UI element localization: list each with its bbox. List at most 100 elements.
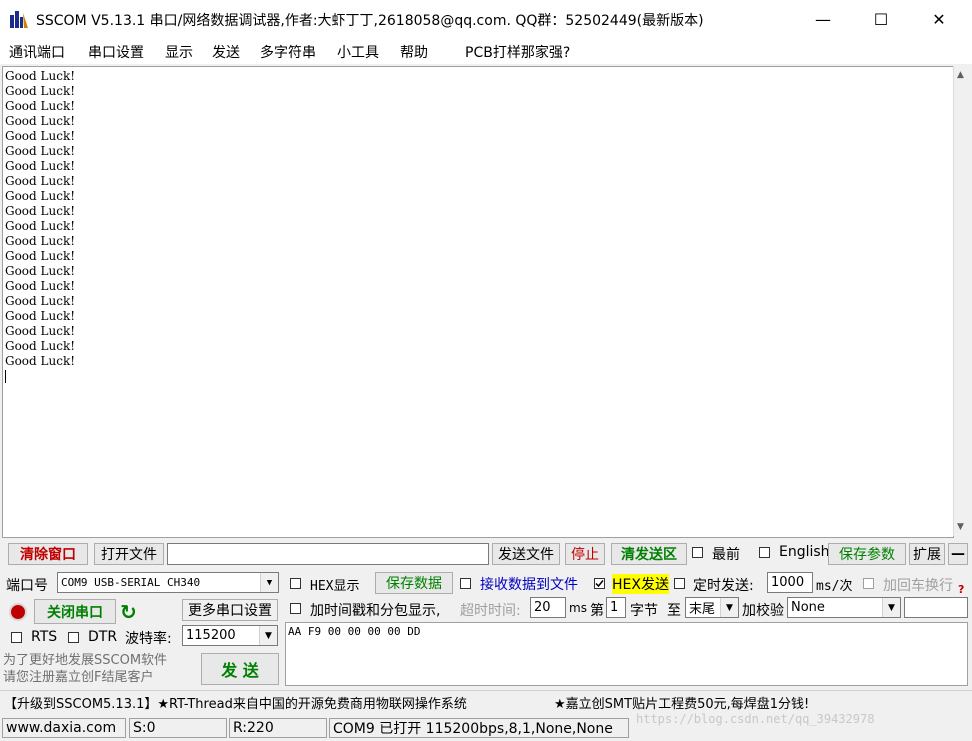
hex-display-checkbox[interactable] — [290, 578, 301, 589]
menu-help[interactable]: 帮助 — [400, 42, 428, 62]
receive-line: Good Luck! — [5, 219, 76, 233]
english-checkbox[interactable] — [759, 547, 770, 558]
clear-window-button[interactable]: 清除窗口 — [8, 543, 88, 565]
menu-comm-port[interactable]: 通讯端口 — [9, 42, 65, 62]
interval-input[interactable]: 1000 — [767, 572, 813, 593]
send-text: AA F9 00 00 00 00 DD — [288, 625, 421, 638]
send-button[interactable]: 发 送 — [201, 653, 279, 685]
menu-multi-string[interactable]: 多字符串 — [260, 42, 316, 62]
promo-line-1: 为了更好地发展SSCOM软件 — [3, 653, 168, 668]
open-file-button[interactable]: 打开文件 — [94, 543, 164, 565]
byte-label: 字节 — [630, 603, 658, 619]
receive-line: Good Luck! — [5, 234, 76, 248]
stop-button[interactable]: 停止 — [565, 543, 605, 565]
promo-text: 为了更好地发展SSCOM软件 请您注册嘉立创F结尾客户 — [3, 652, 167, 686]
nth-input[interactable]: 1 — [606, 597, 626, 618]
expand-button[interactable]: 扩展 — [909, 543, 945, 565]
maximize-button[interactable]: ☐ — [858, 0, 904, 38]
receive-line: Good Luck! — [5, 189, 76, 203]
close-button[interactable]: ✕ — [916, 0, 962, 38]
scroll-down-icon[interactable]: ▼ — [957, 522, 964, 532]
menu-tools[interactable]: 小工具 — [337, 42, 379, 62]
chevron-down-icon[interactable]: ▼ — [882, 598, 900, 617]
window-title: SSCOM V5.13.1 串口/网络数据调试器,作者:大虾丁丁,2618058… — [36, 13, 704, 29]
promo-line-2: 请您注册嘉立创F结尾客户 — [3, 670, 154, 685]
help-icon[interactable]: ? — [958, 583, 964, 596]
receive-line: Good Luck! — [5, 339, 76, 353]
clear-send-button[interactable]: 清发送区 — [611, 543, 687, 565]
timed-send-checkbox[interactable] — [674, 578, 685, 589]
refresh-icon[interactable]: ↻ — [120, 600, 137, 624]
ad-left[interactable]: 【升级到SSCOM5.13.1】★RT-Thread来自中国的开源免费商用物联网… — [4, 693, 467, 712]
send-file-button[interactable]: 发送文件 — [492, 543, 560, 565]
chevron-down-icon[interactable]: ▼ — [260, 573, 278, 592]
menu-send[interactable]: 发送 — [212, 42, 240, 62]
receive-line: Good Luck! — [5, 174, 76, 188]
end-select-value: 末尾 — [689, 602, 716, 617]
close-port-button[interactable]: 关闭串口 — [34, 599, 116, 624]
receive-line: Good Luck! — [5, 309, 76, 323]
baud-select[interactable]: 115200 ▼ — [182, 625, 278, 646]
port-label: 端口号 — [6, 578, 48, 594]
send-input[interactable]: AA F9 00 00 00 00 DD — [285, 622, 968, 686]
receive-line: Good Luck! — [5, 354, 76, 368]
more-serial-settings-button[interactable]: 更多串口设置 — [182, 599, 278, 621]
nth-label: 第 — [590, 603, 604, 619]
timeout-unit: ms — [569, 601, 587, 615]
status-received: R:220 — [229, 718, 327, 738]
receive-line: Good Luck! — [5, 129, 76, 143]
english-label: English — [779, 544, 830, 560]
collapse-button[interactable]: — — [948, 543, 968, 565]
status-sent: S:0 — [129, 718, 227, 738]
append-newline-label: 加回车换行 — [883, 578, 953, 594]
receive-line: Good Luck! — [5, 294, 76, 308]
save-data-button[interactable]: 保存数据 — [375, 572, 453, 594]
timestamp-checkbox[interactable] — [290, 603, 301, 614]
checksum-select-value: None — [791, 600, 825, 615]
file-path-input[interactable] — [167, 543, 489, 565]
text-cursor — [5, 370, 6, 383]
append-newline-checkbox[interactable] — [863, 578, 874, 589]
end-select[interactable]: 末尾 ▼ — [685, 597, 739, 618]
rts-checkbox[interactable] — [11, 632, 22, 643]
checksum-select[interactable]: None ▼ — [787, 597, 901, 618]
receive-line: Good Luck! — [5, 324, 76, 338]
minimize-button[interactable]: — — [800, 0, 846, 38]
rts-label: RTS — [31, 629, 58, 645]
hex-display-label: HEX显示 — [310, 579, 360, 594]
receive-area[interactable]: Good Luck! Good Luck! Good Luck! Good Luck!… — [2, 66, 954, 538]
hex-send-label: HEX发送 — [612, 574, 669, 594]
watermark: https://blog.csdn.net/qq_39432978 — [636, 712, 875, 726]
timeout-input[interactable]: 20 — [530, 597, 566, 618]
checksum-result-field[interactable] — [904, 597, 968, 618]
scroll-up-icon[interactable]: ▲ — [957, 70, 964, 80]
save-params-button[interactable]: 保存参数 — [828, 543, 906, 565]
vertical-scrollbar[interactable]: ▲ ▼ — [953, 66, 971, 536]
ad-right[interactable]: ★嘉立创SMT贴片工程费50元,每焊盘1分钱! — [554, 693, 809, 712]
receive-line: Good Luck! — [5, 264, 76, 278]
chevron-down-icon[interactable]: ▼ — [259, 626, 277, 645]
timestamp-label: 加时间戳和分包显示, — [310, 603, 441, 619]
menu-serial-settings[interactable]: 串口设置 — [88, 42, 144, 62]
app-icon — [9, 9, 29, 29]
chevron-down-icon[interactable]: ▼ — [720, 598, 738, 617]
receive-line: Good Luck! — [5, 159, 76, 173]
baud-select-value: 115200 — [186, 628, 236, 643]
receive-line: Good Luck! — [5, 99, 76, 113]
menu-pcb[interactable]: PCB打样那家强? — [465, 42, 570, 62]
recv-to-file-label: 接收数据到文件 — [480, 577, 578, 593]
menu-display[interactable]: 显示 — [165, 42, 193, 62]
receive-line: Good Luck! — [5, 204, 76, 218]
dtr-checkbox[interactable] — [68, 632, 79, 643]
to-label: 至 — [667, 603, 681, 619]
port-select-value: COM9 USB-SERIAL CH340 — [61, 576, 201, 589]
receive-line: Good Luck! — [5, 69, 76, 83]
receive-line: Good Luck! — [5, 279, 76, 293]
recv-to-file-checkbox[interactable] — [460, 578, 471, 589]
status-site[interactable]: www.daxia.com — [2, 718, 126, 738]
port-select[interactable]: COM9 USB-SERIAL CH340 ▼ — [57, 572, 279, 593]
receive-text: Good Luck! Good Luck! Good Luck! Good Luck!… — [5, 69, 75, 369]
topmost-checkbox[interactable] — [692, 547, 703, 558]
hex-send-checkbox[interactable] — [594, 578, 605, 589]
timeout-label: 超时时间: — [460, 603, 521, 619]
